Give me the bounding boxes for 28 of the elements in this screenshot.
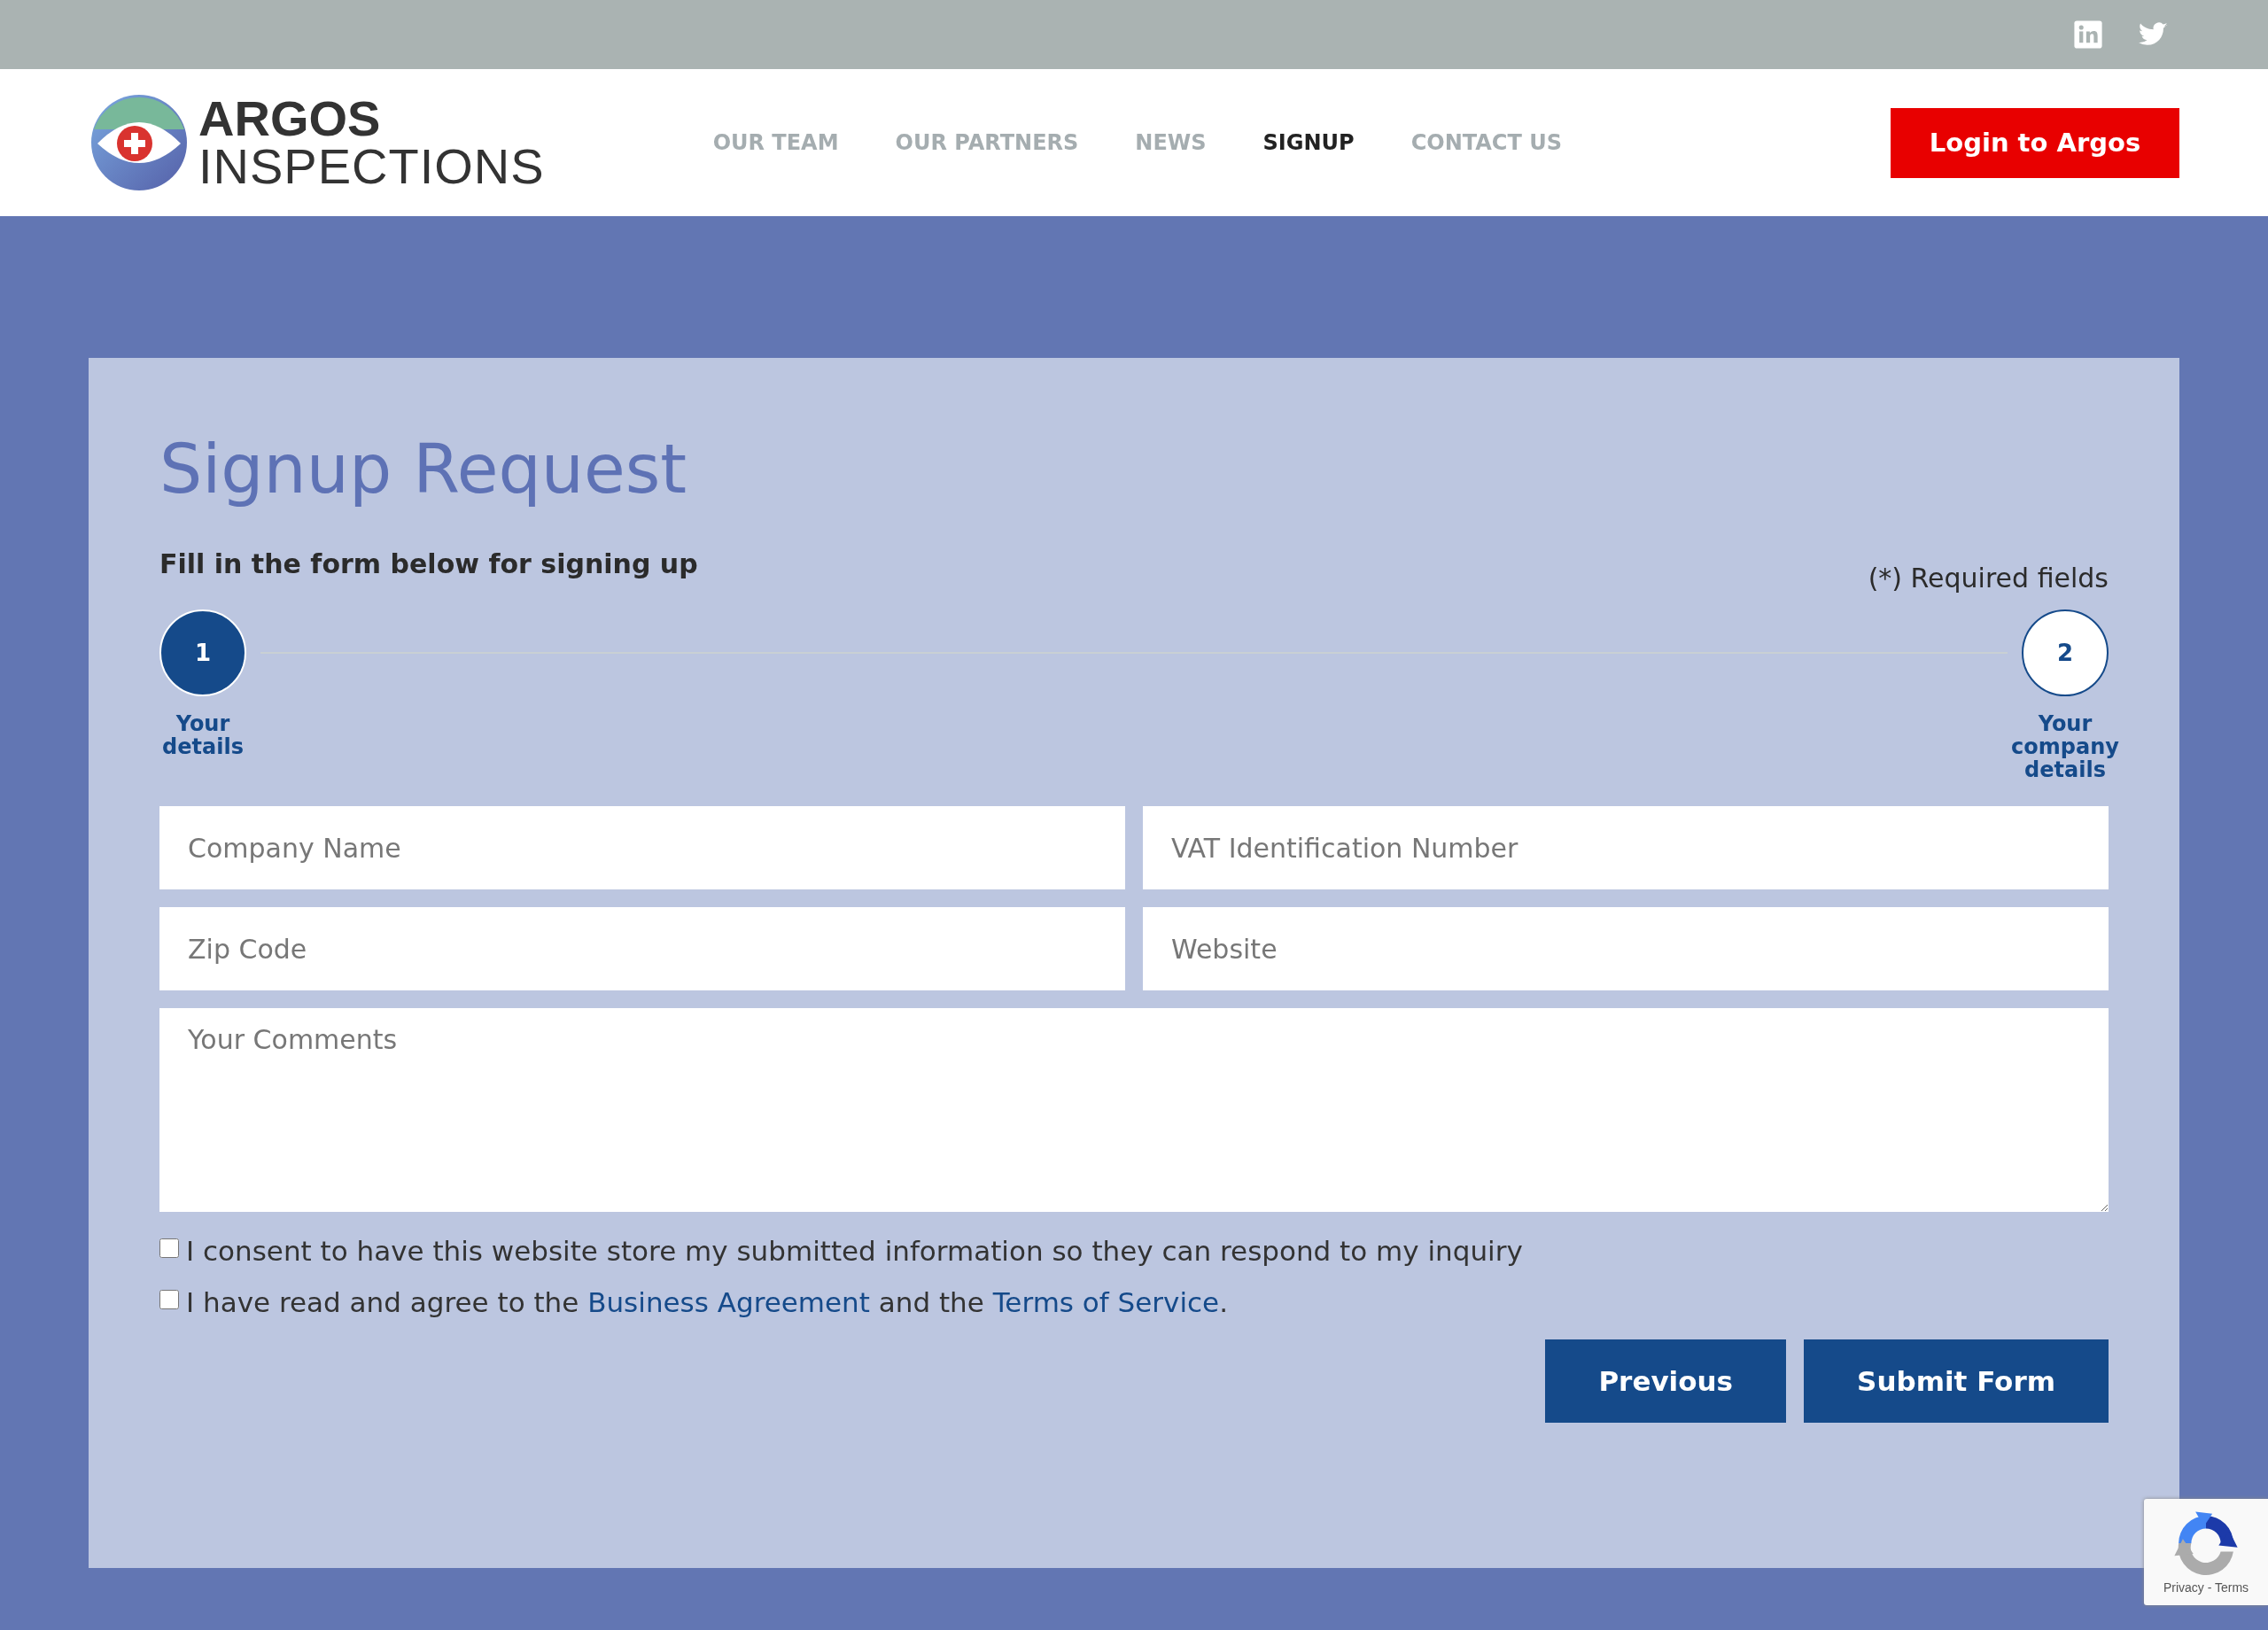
checkbox[interactable] — [159, 1290, 179, 1310]
recaptcha-badge[interactable]: Privacy - Terms — [2144, 1499, 2268, 1605]
form-title: Signup Request — [159, 429, 688, 510]
logo-wordmark[interactable]: ARGOS — [198, 94, 381, 144]
form-button[interactable]: Previous — [1545, 1339, 1787, 1424]
consent-text: I consent to have this website store my submitted information so they can respond to my inquiry — [186, 1235, 1523, 1268]
consent-text: I have read and agree to the Business Agreement and the Terms of Service. — [186, 1286, 1228, 1319]
text-link[interactable]: Business Agreement — [587, 1286, 870, 1319]
input-field[interactable]: VAT Identification Number — [1143, 806, 2109, 890]
nav-link[interactable]: SIGNUP — [1262, 130, 1355, 155]
logo-wordmark[interactable]: INSPECTIONS — [198, 142, 545, 191]
step-label: Your details — [161, 712, 245, 759]
form-subtitle: Fill in the form below for signing up — [159, 548, 698, 580]
eye-cross-logo-icon[interactable] — [90, 94, 188, 191]
refresh-arrows-icon — [2172, 1510, 2240, 1577]
recaptcha-links[interactable]: Privacy - Terms — [2163, 1580, 2249, 1595]
form-button[interactable]: Submit Form — [1804, 1339, 2109, 1424]
input-field[interactable]: Zip Code — [159, 907, 1125, 991]
required-note: (*) Required fields — [1868, 563, 2109, 594]
checkbox[interactable] — [159, 1238, 179, 1259]
step-circle[interactable]: 1 — [159, 609, 246, 697]
step-circle[interactable]: 2 — [2022, 609, 2109, 697]
text-link[interactable]: Terms of Service — [992, 1286, 1220, 1319]
input-field[interactable]: Website — [1143, 907, 2109, 991]
login-button[interactable]: Login to Argos — [1891, 107, 2179, 178]
comments-field[interactable]: Your Comments — [159, 1008, 2109, 1213]
input-field[interactable]: Company Name — [159, 806, 1125, 890]
step-label: Your company details — [2010, 712, 2120, 782]
